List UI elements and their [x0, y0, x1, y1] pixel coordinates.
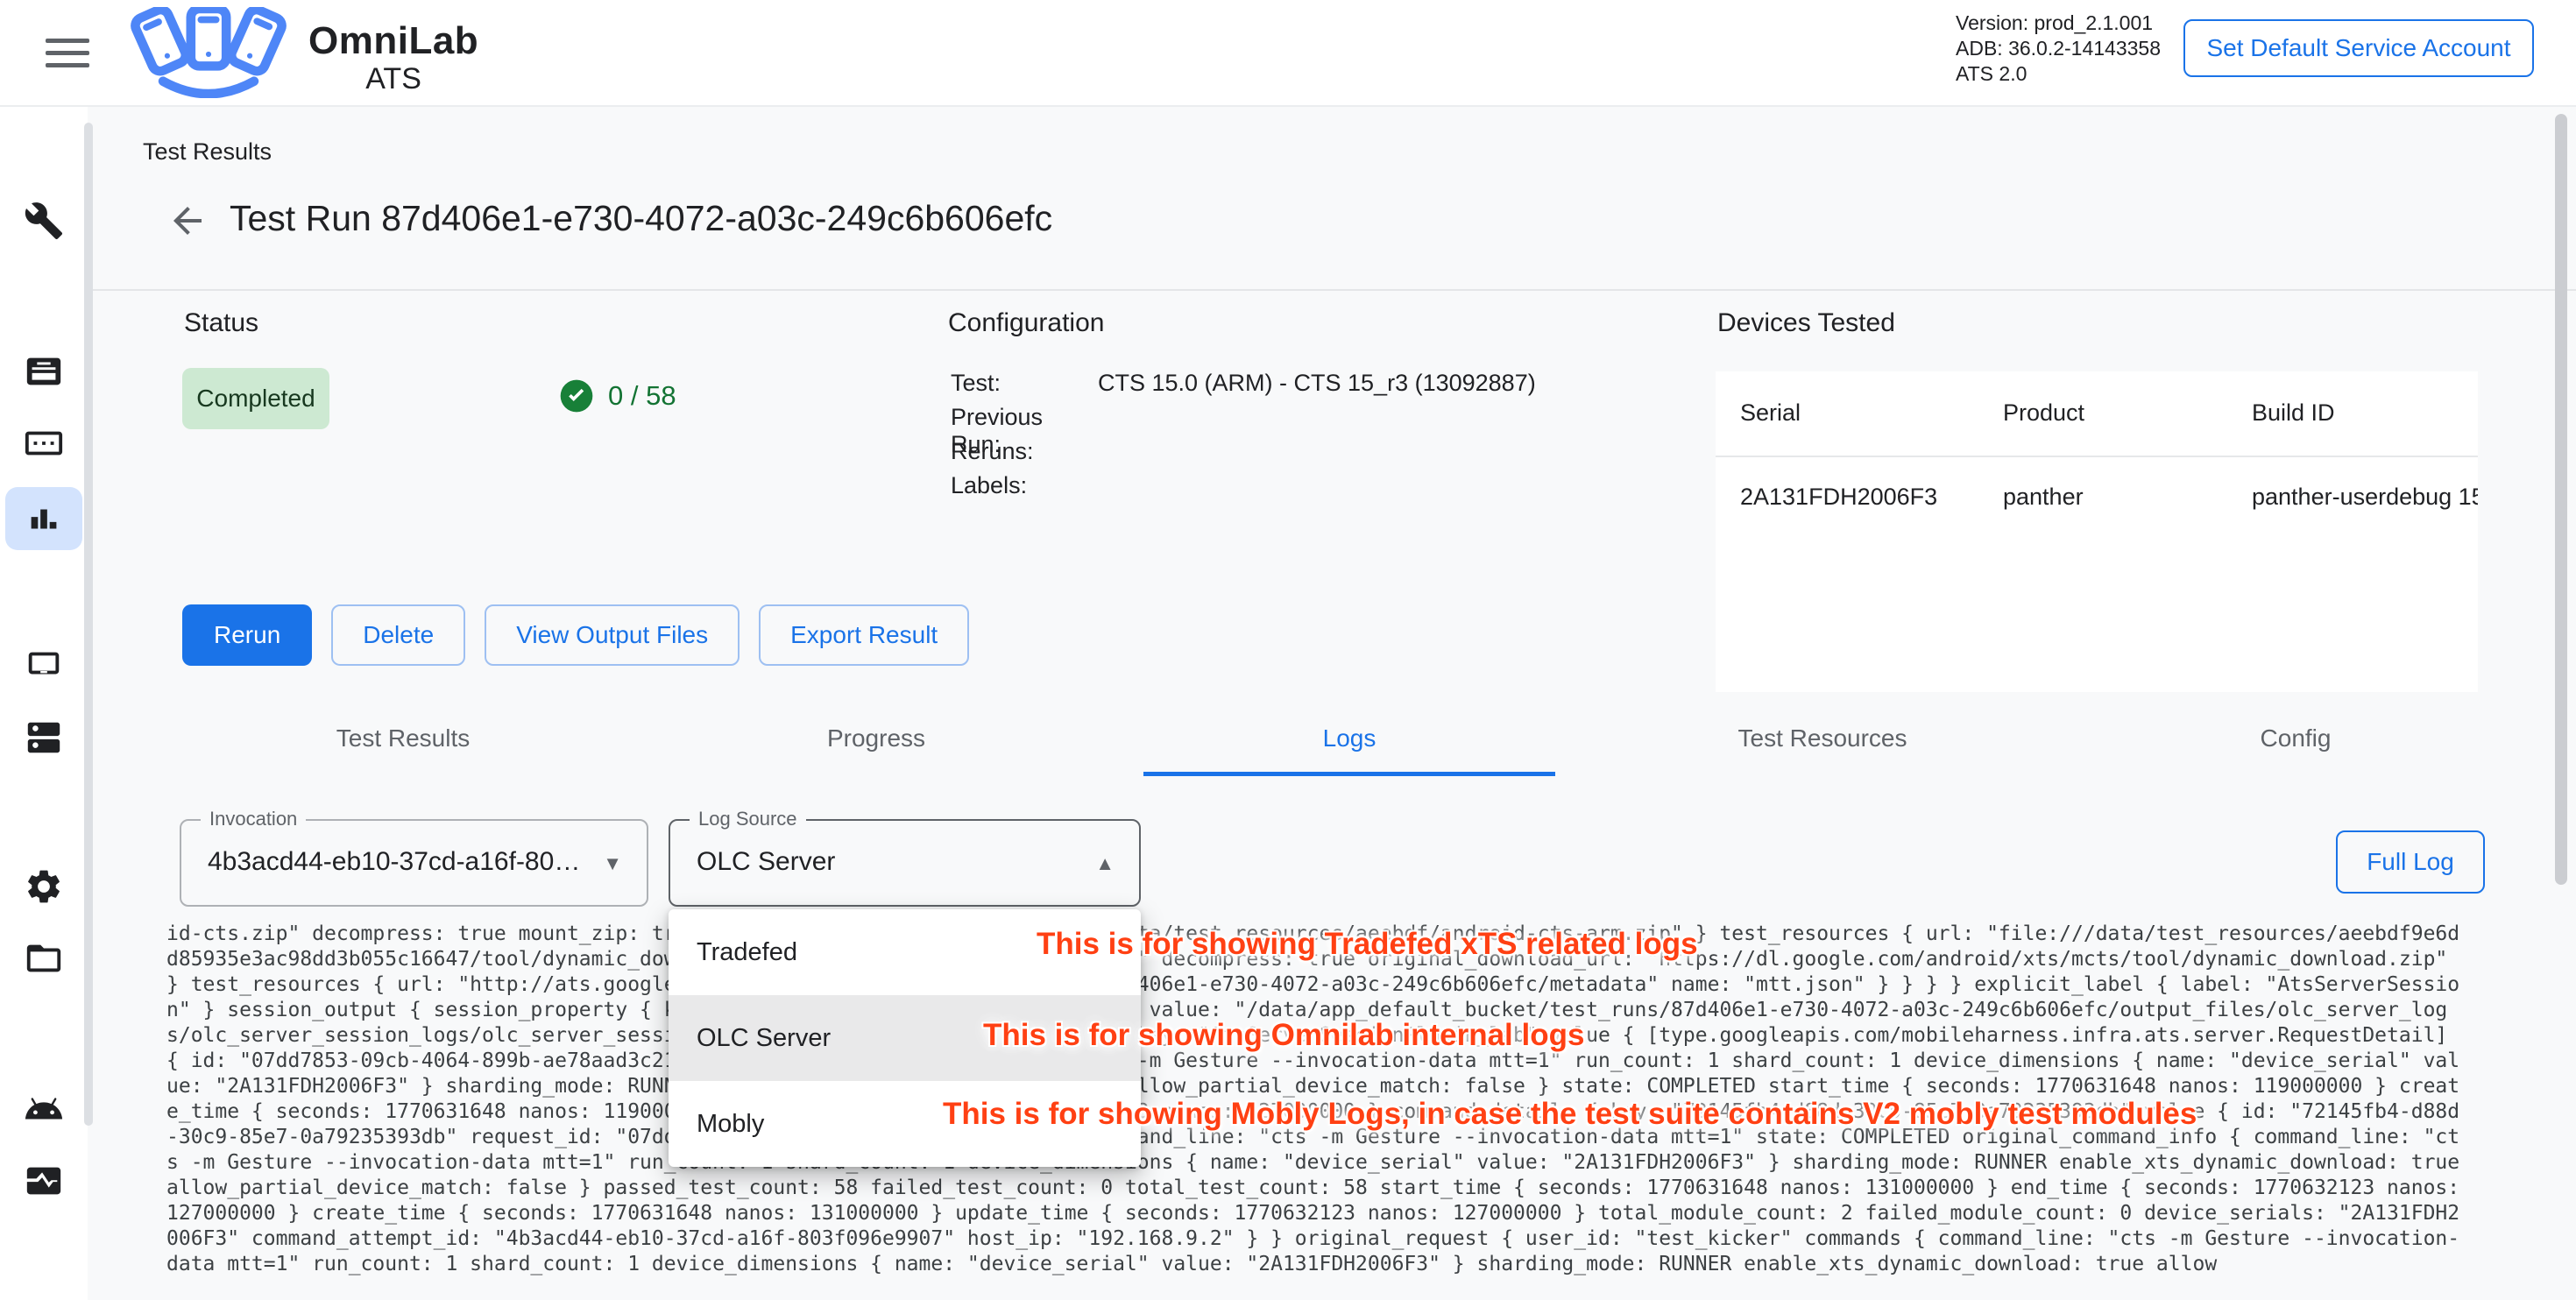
action-buttons: Rerun Delete View Output Files Export Re…	[182, 604, 969, 666]
config-value: CTS 15.0 (ARM) - CTS 15_r3 (13092887)	[1098, 370, 1536, 397]
config-label: Reruns:	[951, 438, 1098, 465]
sidebar-item-devices[interactable]	[5, 632, 82, 696]
back-button[interactable]	[166, 200, 209, 242]
column-header-serial: Serial	[1740, 399, 1801, 427]
tab-label: Test Resources	[1738, 724, 1907, 752]
tab-progress[interactable]: Progress	[640, 701, 1113, 776]
tab-config[interactable]: Config	[2059, 701, 2532, 776]
ats-line: ATS 2.0	[1956, 61, 2161, 87]
status-heading: Status	[184, 308, 258, 338]
sidebar-item-hosts[interactable]	[5, 706, 82, 769]
check-circle-icon	[557, 377, 596, 415]
column-header-build-id: Build ID	[2252, 399, 2335, 427]
divider	[88, 289, 2576, 291]
configuration-heading: Configuration	[948, 308, 1104, 338]
config-label: Labels:	[951, 472, 1098, 499]
failed-total-label: 0 / 58	[608, 380, 676, 412]
chevron-down-icon: ▼	[603, 852, 622, 875]
breadcrumb: Test Results	[143, 138, 272, 166]
sidebar-item-schedule[interactable]	[5, 412, 82, 475]
sidebar-item-test-plans[interactable]	[5, 340, 82, 403]
devices-table: Serial Product Build ID 2A131FDH2006F3 p…	[1716, 371, 2478, 692]
sidebar-item-monitoring[interactable]	[5, 1149, 82, 1212]
view-output-files-button[interactable]: View Output Files	[485, 604, 740, 666]
annotation-mobly: This is for showing Mobly Logs, in case …	[943, 1097, 2197, 1132]
sidebar-item-test-results[interactable]	[5, 487, 82, 550]
full-log-button[interactable]: Full Log	[2336, 830, 2485, 894]
monitoring-icon	[24, 1161, 64, 1201]
devices-table-header: Serial Product Build ID	[1716, 371, 2478, 457]
hosts-icon	[24, 717, 64, 758]
config-row-labels: Labels:	[951, 472, 1098, 499]
file-browser-icon	[24, 938, 64, 979]
log-source-select-value: OLC Server	[697, 847, 835, 877]
tab-test-results[interactable]: Test Results	[166, 701, 640, 776]
log-source-select[interactable]: Log Source OLC Server ▲	[669, 819, 1141, 907]
delete-button[interactable]: Delete	[331, 604, 465, 666]
device-serial: 2A131FDH2006F3	[1740, 484, 1937, 511]
annotation-olc-server: This is for showing Omnilab internal log…	[983, 1018, 1584, 1053]
device-product: panther	[2003, 484, 2084, 511]
sidebar-item-file-browser[interactable]	[5, 927, 82, 990]
annotation-tradefed: This is for showing Tradefed xTS related…	[1037, 927, 1698, 962]
set-default-service-account-button[interactable]: Set Default Service Account	[2183, 19, 2534, 77]
tab-label: Test Results	[336, 724, 471, 752]
omnilab-logo-icon	[121, 7, 296, 98]
app-header: OmniLab ATS Version: prod_2.1.001 ADB: 3…	[0, 0, 2576, 107]
android-icon	[24, 1089, 64, 1129]
app-brand: OmniLab ATS	[308, 21, 478, 96]
app-subtitle: ATS	[308, 61, 478, 96]
failed-total-count: 0 / 58	[557, 377, 676, 415]
devices-icon	[24, 644, 64, 684]
config-label: Test:	[951, 370, 1098, 397]
app-name: OmniLab	[308, 21, 478, 61]
log-source-select-label: Log Source	[690, 808, 806, 830]
menu-icon[interactable]	[46, 33, 89, 72]
test-plans-icon	[24, 351, 64, 392]
arrow-back-icon	[166, 200, 209, 242]
app-window: OmniLab ATS Version: prod_2.1.001 ADB: 3…	[0, 0, 2576, 1300]
page-scrollbar-thumb[interactable]	[2555, 114, 2567, 885]
schedule-icon	[24, 423, 64, 463]
page-title: Test Run 87d406e1-e730-4072-a03c-249c6b6…	[230, 198, 1052, 239]
sidebar-item-build[interactable]	[5, 189, 82, 252]
sidebar-item-settings[interactable]	[5, 855, 82, 918]
tab-label: Config	[2261, 724, 2332, 752]
invocation-select[interactable]: Invocation 4b3acd44-eb10-37cd-a16f-803f……	[180, 819, 648, 907]
adb-line: ADB: 36.0.2-14143358	[1956, 36, 2161, 61]
test-results-icon	[24, 498, 64, 539]
export-result-button[interactable]: Export Result	[759, 604, 969, 666]
config-row-test: Test: CTS 15.0 (ARM) - CTS 15_r3 (130928…	[951, 370, 1536, 397]
device-build-id: panther-userdebug 15	[2252, 484, 2478, 511]
invocation-select-label: Invocation	[201, 808, 306, 830]
invocation-select-value: 4b3acd44-eb10-37cd-a16f-803f…	[208, 847, 584, 877]
status-badge: Completed	[182, 368, 329, 429]
result-tabs: Test Results Progress Logs Test Resource…	[166, 701, 2532, 776]
sidebar-scrollbar[interactable]	[84, 123, 93, 1126]
tab-test-resources[interactable]: Test Resources	[1586, 701, 2059, 776]
tab-label: Progress	[827, 724, 925, 752]
tab-logs[interactable]: Logs	[1113, 701, 1586, 776]
sidebar-item-android[interactable]	[5, 1077, 82, 1141]
chevron-up-icon: ▲	[1095, 852, 1115, 875]
active-tab-indicator	[1143, 772, 1555, 776]
settings-icon	[24, 866, 64, 907]
version-line: Version: prod_2.1.001	[1956, 11, 2161, 36]
sidebar-nav	[0, 105, 88, 1300]
build-icon	[24, 201, 64, 241]
version-info: Version: prod_2.1.001 ADB: 36.0.2-141433…	[1956, 11, 2161, 87]
config-row-reruns: Reruns:	[951, 438, 1098, 465]
column-header-product: Product	[2003, 399, 2084, 427]
tab-label: Logs	[1323, 724, 1376, 752]
devices-tested-heading: Devices Tested	[1717, 308, 1895, 338]
rerun-button[interactable]: Rerun	[182, 604, 312, 666]
